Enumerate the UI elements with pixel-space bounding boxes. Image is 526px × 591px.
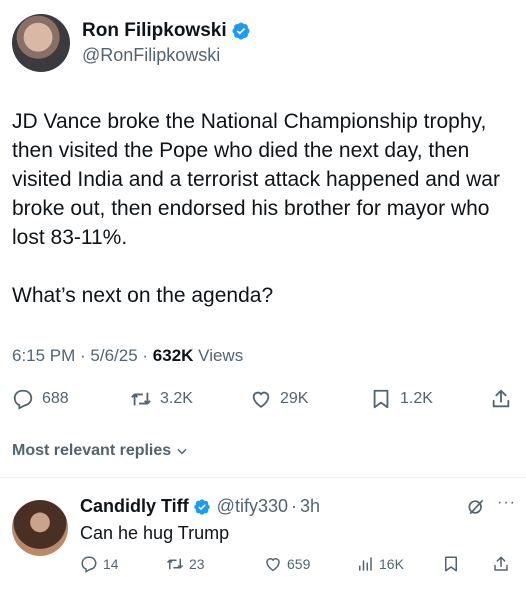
share-button[interactable]	[490, 388, 512, 410]
reply-action-bar: 14 23 659 16K	[80, 555, 510, 575]
more-icon[interactable]: ···	[497, 494, 516, 512]
author-name-line: Ron Filipkowski	[82, 20, 251, 42]
share-icon	[492, 389, 510, 408]
views-icon	[359, 557, 372, 571]
reply-like-button[interactable]: 659	[264, 555, 310, 573]
reply-header: Candidly Tiff @tify330 · 3h	[80, 496, 320, 517]
reply-handle[interactable]: @tify330	[217, 496, 288, 517]
replies-sort-label: Most relevant replies	[12, 442, 172, 459]
reply-display-name[interactable]: Candidly Tiff	[80, 496, 189, 517]
tweet-text: JD Vance broke the National Championship…	[12, 110, 500, 307]
divider	[0, 477, 526, 478]
reply-share-button[interactable]	[492, 555, 510, 573]
repost-button[interactable]: 3.2K	[130, 388, 193, 410]
reply-icon	[81, 556, 97, 573]
repost-icon	[166, 558, 184, 570]
author-header: Ron Filipkowski @RonFilipkowski	[12, 14, 251, 72]
reply-reply-count: 14	[103, 556, 119, 572]
author-avatar[interactable]	[12, 14, 70, 72]
reply-repost-button[interactable]: 23	[166, 555, 205, 573]
bookmark-icon	[373, 389, 389, 409]
reply-button[interactable]: 688	[12, 388, 69, 410]
like-icon	[252, 391, 270, 408]
tweet-action-bar: 688 3.2K 29K 1.2K	[12, 388, 514, 414]
reply-views-button[interactable]: 16K	[356, 555, 404, 573]
replies-sort-dropdown[interactable]: Most relevant replies	[12, 442, 189, 460]
tweet-views-count: 632K	[152, 346, 194, 365]
like-count: 29K	[280, 390, 309, 407]
reply-bookmark-button[interactable]	[442, 555, 460, 573]
tweet-page: Ron Filipkowski @RonFilipkowski JD Vance…	[0, 0, 526, 591]
reply-count: 688	[42, 390, 69, 407]
bookmark-count: 1.2K	[400, 390, 433, 407]
meta-separator: ·	[75, 346, 91, 365]
reply-reply-button[interactable]: 14	[80, 555, 119, 573]
repost-icon	[131, 392, 151, 406]
author-handle[interactable]: @RonFilipkowski	[82, 45, 251, 66]
repost-count: 3.2K	[160, 390, 193, 407]
tweet-meta: 6:15 PM · 5/6/25 · 632K Views	[12, 346, 243, 366]
reply-avatar[interactable]	[12, 500, 68, 556]
reply-time[interactable]: 3h	[300, 496, 320, 517]
reply-text: Can he hug Trump	[80, 523, 230, 543]
author-display-name[interactable]: Ron Filipkowski	[82, 20, 227, 42]
tweet-date[interactable]: 5/6/25	[90, 346, 137, 365]
author-name-block: Ron Filipkowski @RonFilipkowski	[82, 20, 251, 66]
tweet-views-label: Views	[198, 346, 244, 365]
reply-views-count: 16K	[379, 556, 404, 572]
verified-badge-icon	[232, 22, 250, 40]
reply-separator: ·	[290, 496, 297, 516]
chevron-down-icon	[177, 448, 187, 455]
meta-separator: ·	[137, 346, 153, 365]
verified-badge-icon	[193, 498, 210, 515]
like-button[interactable]: 29K	[250, 388, 308, 410]
like-icon	[266, 558, 280, 572]
bookmark-icon	[445, 556, 457, 572]
reply-icon	[13, 389, 33, 410]
reply-like-count: 659	[287, 556, 311, 572]
tweet-time[interactable]: 6:15 PM	[12, 346, 75, 365]
share-icon	[494, 556, 508, 571]
reply-repost-count: 23	[189, 556, 205, 572]
grok-icon[interactable]	[466, 497, 486, 517]
bookmark-button[interactable]: 1.2K	[370, 388, 433, 410]
